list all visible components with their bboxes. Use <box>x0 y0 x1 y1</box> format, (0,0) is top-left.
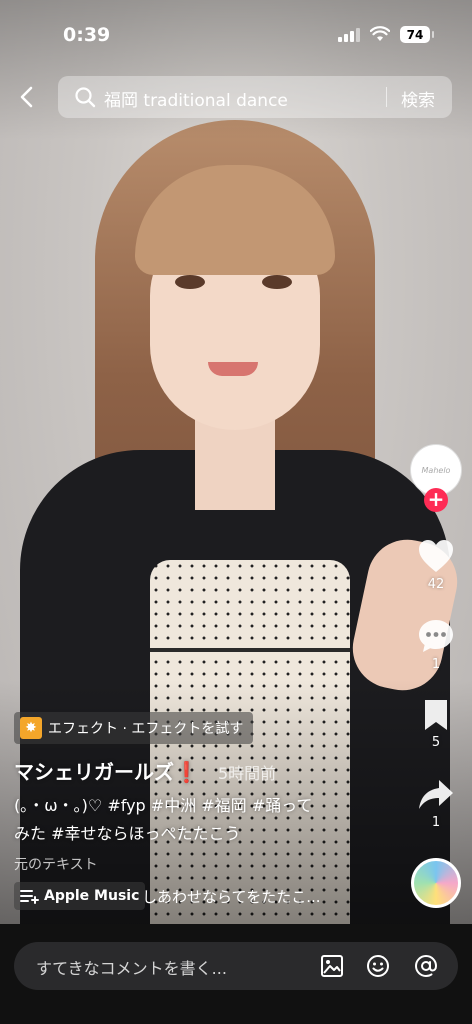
comment-count: 1 <box>431 657 441 672</box>
post-time-ago: 5時間前 <box>218 764 277 783</box>
search-divider <box>386 87 387 107</box>
video-subject-mouth <box>208 362 258 376</box>
music-disc-icon[interactable] <box>411 858 461 908</box>
video-subject-eye <box>262 275 292 289</box>
video-subject-dress-trim <box>150 648 350 652</box>
heart-icon <box>419 540 453 572</box>
image-icon[interactable] <box>320 954 344 978</box>
search-bar[interactable]: 福岡 traditional dance 検索 <box>58 76 452 118</box>
avatar-logo-text: Mahelo <box>421 465 451 475</box>
search-query[interactable]: 福岡 traditional dance <box>104 86 288 111</box>
battery-level: 74 <box>406 27 424 42</box>
video-player[interactable] <box>0 0 472 924</box>
music-source: Apple Music <box>44 888 140 904</box>
video-subject-neck <box>195 420 275 510</box>
share-button[interactable]: 1 <box>408 778 464 830</box>
effect-label: エフェクト · エフェクトを試す <box>48 721 244 737</box>
effect-sparkle-icon: ✸ <box>20 717 42 739</box>
effect-chip[interactable]: ✸ エフェクト · エフェクトを試す <box>14 712 254 744</box>
post-caption[interactable]: (｡・ω・｡)♡ #fyp #中洲 #福岡 #踊って みた #幸せならほっぺたた… <box>14 792 354 848</box>
search-icon <box>75 87 96 108</box>
caption-line: みた #幸せならほっぺたたこう <box>14 824 241 843</box>
playlist-add-icon <box>20 890 39 904</box>
share-count: 1 <box>431 815 441 830</box>
emoji-icon[interactable] <box>366 954 390 978</box>
username-mark: ❗ <box>174 760 199 784</box>
like-button[interactable]: 42 <box>408 538 464 592</box>
bookmark-count: 5 <box>431 735 441 750</box>
like-count: 42 <box>427 577 445 592</box>
video-subject-eye <box>175 275 205 289</box>
mention-at-icon[interactable] <box>414 954 438 978</box>
status-time: 0:39 <box>63 24 111 46</box>
bookmark-button[interactable]: 5 <box>408 698 464 750</box>
comment-placeholder: すてきなコメントを書く... <box>36 959 227 978</box>
comment-input[interactable]: すてきなコメントを書く... <box>14 942 458 990</box>
apple-music-chip[interactable]: Apple Music <box>14 882 146 910</box>
comment-bubble-icon <box>419 620 453 652</box>
wifi-icon <box>370 26 390 41</box>
search-button[interactable]: 検索 <box>401 86 435 111</box>
creator-username[interactable]: マシェリガールズ❗ <box>14 756 199 785</box>
back-arrow-icon[interactable] <box>14 84 40 110</box>
caption-line: (｡・ω・｡)♡ #fyp #中洲 #福岡 #踊って <box>14 796 313 815</box>
original-text-link[interactable]: 元のテキスト <box>14 854 98 874</box>
share-arrow-icon <box>419 780 453 809</box>
cellular-signal-icon <box>338 28 360 42</box>
status-bar: 0:39 74 <box>0 0 472 60</box>
follow-plus-button[interactable]: + <box>424 488 448 512</box>
username-text: マシェリガールズ <box>14 760 174 784</box>
bookmark-icon <box>425 700 447 730</box>
music-track-name[interactable]: しあわせならてをたたこ... <box>142 886 342 907</box>
comment-bar: すてきなコメントを書く... <box>0 924 472 1024</box>
battery-icon: 74 <box>400 26 434 43</box>
comment-button[interactable]: 1 <box>408 618 464 672</box>
